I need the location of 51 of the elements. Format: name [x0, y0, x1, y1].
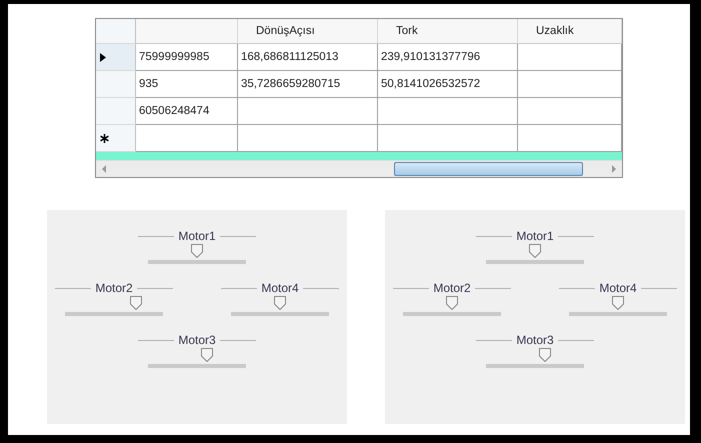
table-cell[interactable]	[518, 98, 622, 125]
table-cell[interactable]	[378, 98, 518, 125]
motor-label: Motor4	[599, 281, 637, 295]
slider-thumb[interactable]	[529, 244, 541, 258]
table-cell[interactable]	[238, 125, 378, 152]
slider[interactable]	[486, 244, 584, 266]
table-cell: 75999999985	[136, 44, 238, 71]
slider-thumb[interactable]	[200, 348, 213, 362]
row-header[interactable]	[96, 125, 136, 152]
table-cell[interactable]	[518, 125, 622, 152]
slider[interactable]	[569, 296, 667, 318]
column-header[interactable]: DönüşAçısı	[238, 19, 378, 44]
table-cell: 60506248474	[136, 98, 238, 125]
row-header[interactable]	[96, 44, 136, 71]
motor-label: Motor3	[178, 333, 216, 347]
slider[interactable]	[65, 296, 163, 318]
slider-thumb[interactable]	[130, 296, 142, 310]
column-header[interactable]: Uzaklık	[518, 19, 622, 44]
slider[interactable]	[231, 296, 329, 318]
slider-thumb[interactable]	[274, 296, 286, 310]
table-cell: 35,7286659280715	[238, 71, 378, 98]
slider-thumb[interactable]	[538, 348, 551, 362]
motor-label: Motor2	[95, 281, 133, 295]
scroll-right-icon[interactable]	[610, 164, 618, 174]
slider[interactable]	[403, 296, 501, 318]
motor-label: Motor3	[516, 333, 554, 347]
table-cell: 50,8141026532572	[378, 71, 518, 98]
table-cell[interactable]	[136, 125, 238, 152]
motor-label: Motor1	[178, 229, 216, 243]
table-cell[interactable]	[238, 98, 378, 125]
table-cell: 239,910131377796	[378, 44, 518, 71]
slider-thumb[interactable]	[612, 296, 624, 310]
column-header[interactable]: Tork	[378, 19, 518, 44]
motor-label: Motor2	[433, 281, 471, 295]
motor-label: Motor1	[516, 229, 554, 243]
slider[interactable]	[486, 348, 584, 370]
slider[interactable]	[148, 348, 246, 370]
current-row-icon	[100, 52, 106, 62]
scroll-left-icon[interactable]	[100, 164, 108, 174]
scrollbar-thumb[interactable]	[394, 162, 584, 176]
slider-thumb[interactable]	[446, 296, 458, 310]
table-cell[interactable]	[518, 71, 622, 98]
slider[interactable]	[148, 244, 246, 266]
table-cell[interactable]	[378, 125, 518, 152]
table-cell: 168,686811125013	[238, 44, 378, 71]
table-cell[interactable]	[518, 44, 622, 71]
horizontal-scrollbar[interactable]	[96, 160, 622, 177]
table-cell: 935	[136, 71, 238, 98]
asterisk-icon	[100, 134, 109, 142]
slider-thumb[interactable]	[191, 244, 203, 258]
motor-label: Motor4	[261, 281, 299, 295]
